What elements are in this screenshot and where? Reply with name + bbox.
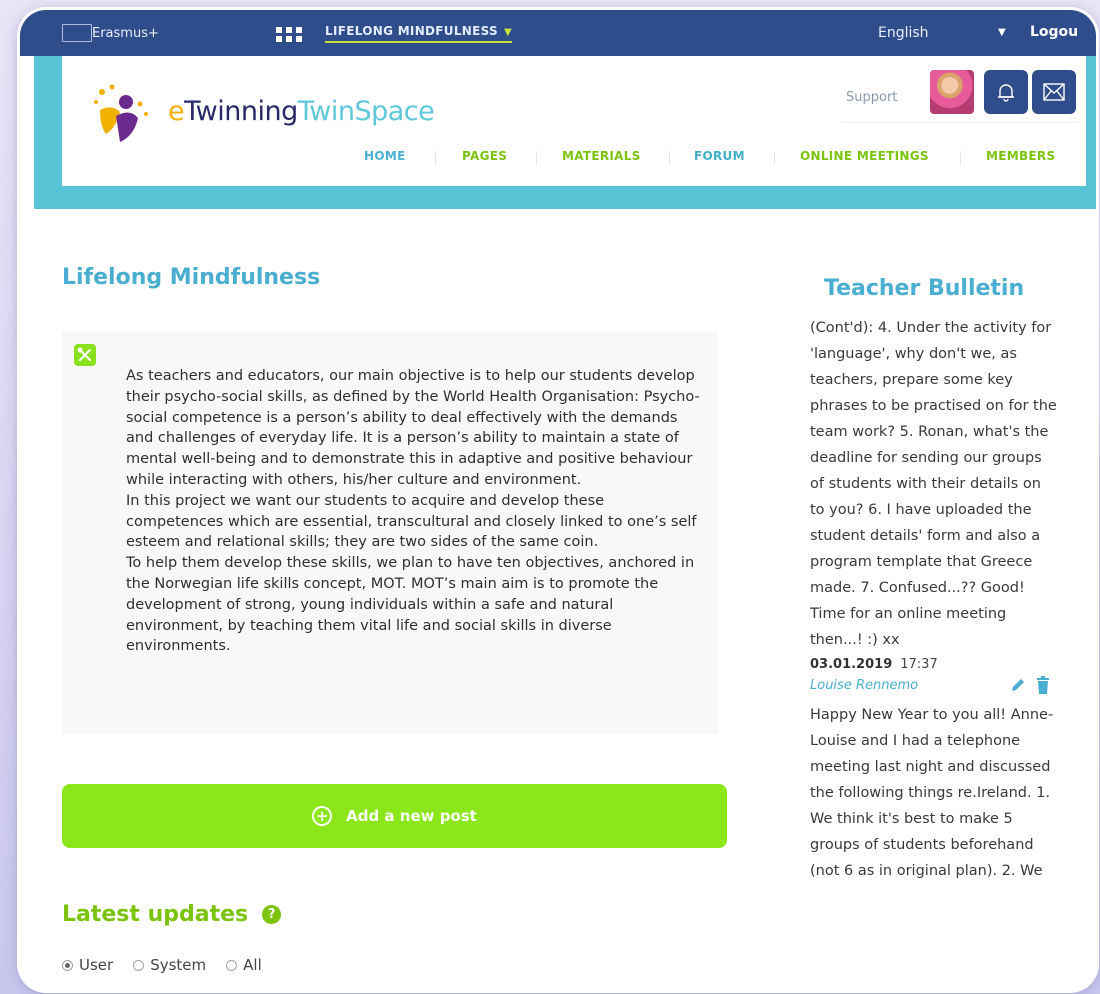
radio-system[interactable] <box>133 959 145 971</box>
site-header: eTwinningTwinSpace Support HOME PAGES MA… <box>62 56 1086 186</box>
post-author[interactable]: Louise Rennemo <box>810 678 918 693</box>
description-paragraph: To help them develop these skills, we pl… <box>126 555 695 655</box>
radio-user[interactable] <box>62 959 73 971</box>
post-actions <box>1010 676 1050 694</box>
teacher-bulletin: Teacher Bulletin (Cont'd): 4. Under the … <box>810 276 1070 990</box>
apps-grid-icon[interactable] <box>276 27 302 45</box>
post-date: 03.01.2019 <box>810 657 893 672</box>
bell-icon <box>998 84 1014 102</box>
erasmus-link[interactable]: Erasmus+ <box>92 26 159 41</box>
tools-icon[interactable] <box>74 344 96 366</box>
bulletin-author-row: Louise Rennemo <box>810 676 1050 694</box>
filter-system[interactable]: System <box>133 956 206 974</box>
etwinning-logo-icon[interactable] <box>90 82 150 146</box>
chevron-down-icon: ▼ <box>503 27 512 38</box>
main-nav: HOME PAGES MATERIALS FORUM ONLINE MEETIN… <box>62 149 1086 173</box>
top-bar: Erasmus+ LIFELONG MINDFULNESS ▼ English ▼… <box>20 10 1096 56</box>
eu-flag-icon <box>62 24 92 42</box>
trash-icon[interactable] <box>1036 676 1050 694</box>
chevron-down-icon[interactable]: ▼ <box>998 27 1006 38</box>
brand-name[interactable]: eTwinningTwinSpace <box>168 96 435 127</box>
radio-all[interactable] <box>226 959 238 971</box>
nav-home[interactable]: HOME <box>364 149 406 163</box>
plus-circle-icon: + <box>312 806 333 826</box>
nav-forum[interactable]: FORUM <box>694 149 745 163</box>
update-filter-group: User System All <box>62 956 262 974</box>
support-link[interactable]: Support <box>846 90 897 105</box>
nav-separator <box>774 151 775 165</box>
project-selector[interactable]: LIFELONG MINDFULNESS ▼ <box>325 24 512 43</box>
logout-link[interactable]: Logou <box>1030 24 1078 40</box>
description-paragraph: In this project we want our students to … <box>126 492 697 551</box>
header-divider <box>842 122 1078 123</box>
nav-separator <box>536 151 537 165</box>
language-selector[interactable]: English <box>878 25 929 41</box>
filter-user[interactable]: User <box>62 956 113 974</box>
bulletin-post-text: Happy New Year to you all! Anne-Louise a… <box>810 707 1054 879</box>
latest-updates-heading: Latest updates ? <box>62 902 282 927</box>
nav-separator <box>669 151 670 165</box>
add-post-button[interactable]: + Add a new post <box>62 784 727 848</box>
bulletin-title: Teacher Bulletin <box>824 276 1025 301</box>
notifications-button[interactable] <box>984 70 1028 114</box>
envelope-icon <box>1043 83 1065 101</box>
nav-separator <box>960 151 961 165</box>
pencil-icon[interactable] <box>1010 677 1026 693</box>
post-time: 17:37 <box>900 657 938 672</box>
help-icon[interactable]: ? <box>262 905 282 924</box>
project-description: As teachers and educators, our main obje… <box>126 366 702 657</box>
nav-online-meetings[interactable]: ONLINE MEETINGS <box>800 149 929 163</box>
nav-members[interactable]: MEMBERS <box>986 149 1055 163</box>
nav-separator <box>435 151 436 165</box>
page-title: Lifelong Mindfulness <box>62 265 321 290</box>
description-panel: As teachers and educators, our main obje… <box>62 332 718 734</box>
messages-button[interactable] <box>1032 70 1076 114</box>
filter-all[interactable]: All <box>226 956 262 974</box>
add-post-label: Add a new post <box>346 807 477 825</box>
bulletin-post-text: (Cont'd): 4. Under the activity for 'lan… <box>810 320 1057 648</box>
bulletin-post-meta: 03.01.2019 17:37 <box>810 657 1070 672</box>
browser-frame: Erasmus+ LIFELONG MINDFULNESS ▼ English ▼… <box>20 10 1096 990</box>
nav-pages[interactable]: PAGES <box>462 149 507 163</box>
user-avatar[interactable] <box>930 70 974 114</box>
nav-materials[interactable]: MATERIALS <box>562 149 641 163</box>
description-paragraph: As teachers and educators, our main obje… <box>126 368 700 488</box>
